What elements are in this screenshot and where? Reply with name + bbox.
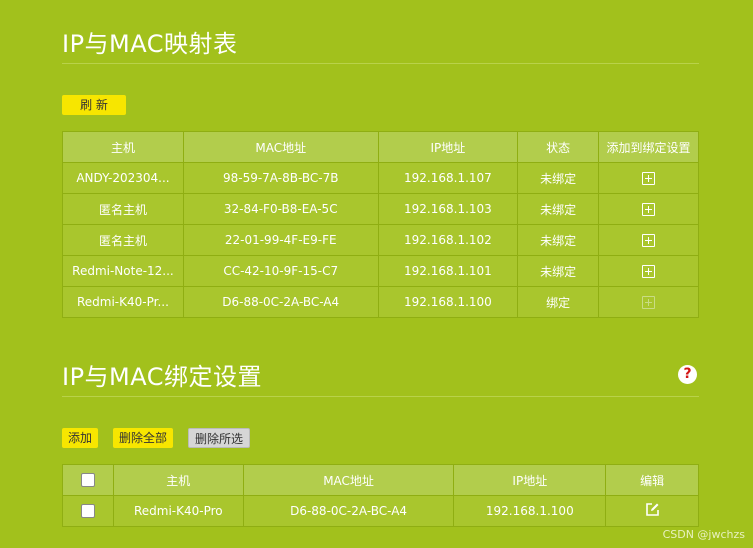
refresh-button[interactable]: 刷 新 xyxy=(62,95,126,115)
host-cell: Redmi-K40-Pr... xyxy=(62,286,184,318)
ip-cell: 192.168.1.100 xyxy=(377,286,519,318)
select-cell xyxy=(62,495,114,527)
mac-cell: 98-59-7A-8B-BC-7B xyxy=(182,162,379,194)
add-to-binding-cell xyxy=(598,224,699,256)
plus-square-icon[interactable] xyxy=(642,172,656,185)
mac-cell: CC-42-10-9F-15-C7 xyxy=(182,255,379,287)
table-row: ANDY-202304... 98-59-7A-8B-BC-7B 192.168… xyxy=(62,162,699,194)
add-to-binding-cell xyxy=(598,286,699,318)
delete-all-button[interactable]: 删除全部 xyxy=(113,428,174,448)
select-all-checkbox[interactable] xyxy=(80,473,95,488)
table-row: 匿名主机 32-84-F0-B8-EA-5C 192.168.1.103 未绑定 xyxy=(62,193,699,225)
column-header: 状态 xyxy=(517,131,600,163)
select-all-cell xyxy=(62,464,114,496)
table-row: Redmi-Note-12... CC-42-10-9F-15-C7 192.1… xyxy=(62,255,699,287)
binding-title: IP与MAC绑定设置 xyxy=(62,363,263,391)
ip-cell: 192.168.1.103 xyxy=(377,193,519,225)
status-cell: 未绑定 xyxy=(517,224,600,256)
status-cell: 绑定 xyxy=(517,286,600,318)
column-header: IP地址 xyxy=(453,464,607,496)
table-row: Redmi-K40-Pr... D6-88-0C-2A-BC-A4 192.16… xyxy=(62,286,699,318)
add-to-binding-cell xyxy=(598,255,699,287)
plus-square-icon[interactable] xyxy=(642,203,656,216)
table-header-row: 主机 MAC地址 IP地址 编辑 xyxy=(62,464,699,496)
ip-cell: 192.168.1.100 xyxy=(453,495,607,527)
add-to-binding-cell xyxy=(598,162,699,194)
divider xyxy=(62,63,699,64)
plus-square-icon[interactable] xyxy=(642,265,656,278)
mac-cell: 22-01-99-4F-E9-FE xyxy=(182,224,379,256)
column-header: 主机 xyxy=(112,464,244,496)
host-cell: Redmi-K40-Pro xyxy=(112,495,244,527)
ip-cell: 192.168.1.102 xyxy=(377,224,519,256)
mapping-title: IP与MAC映射表 xyxy=(62,30,238,58)
ip-cell: 192.168.1.107 xyxy=(377,162,519,194)
column-header: 主机 xyxy=(62,131,184,163)
host-cell: 匿名主机 xyxy=(62,224,184,256)
ip-cell: 192.168.1.101 xyxy=(377,255,519,287)
plus-square-icon[interactable] xyxy=(642,234,656,247)
column-header: 添加到绑定设置 xyxy=(598,131,699,163)
mapping-table: 主机 MAC地址 IP地址 状态 添加到绑定设置 ANDY-202304... … xyxy=(62,131,699,318)
column-header: 编辑 xyxy=(605,464,699,496)
mac-cell: D6-88-0C-2A-BC-A4 xyxy=(182,286,379,318)
host-cell: 匿名主机 xyxy=(62,193,184,225)
table-row: Redmi-K40-Pro D6-88-0C-2A-BC-A4 192.168.… xyxy=(62,495,699,527)
host-cell: ANDY-202304... xyxy=(62,162,184,194)
binding-table: 主机 MAC地址 IP地址 编辑 Redmi-K40-Pro D6-88-0C-… xyxy=(62,464,699,527)
status-cell: 未绑定 xyxy=(517,193,600,225)
host-cell: Redmi-Note-12... xyxy=(62,255,184,287)
edit-icon[interactable] xyxy=(645,502,660,520)
column-header: MAC地址 xyxy=(182,131,379,163)
status-cell: 未绑定 xyxy=(517,255,600,287)
row-checkbox[interactable] xyxy=(80,504,95,519)
watermark: CSDN @jwchzs xyxy=(662,528,745,541)
plus-square-icon xyxy=(642,296,656,309)
status-cell: 未绑定 xyxy=(517,162,600,194)
column-header: MAC地址 xyxy=(242,464,455,496)
help-icon[interactable]: ? xyxy=(678,365,697,384)
add-to-binding-cell xyxy=(598,193,699,225)
divider xyxy=(62,396,699,397)
delete-selected-button[interactable]: 删除所选 xyxy=(188,428,251,448)
table-row: 匿名主机 22-01-99-4F-E9-FE 192.168.1.102 未绑定 xyxy=(62,224,699,256)
add-button[interactable]: 添加 xyxy=(62,428,99,448)
edit-cell xyxy=(605,495,699,527)
column-header: IP地址 xyxy=(377,131,519,163)
mac-cell: 32-84-F0-B8-EA-5C xyxy=(182,193,379,225)
mac-cell: D6-88-0C-2A-BC-A4 xyxy=(242,495,455,527)
table-header-row: 主机 MAC地址 IP地址 状态 添加到绑定设置 xyxy=(62,131,699,163)
